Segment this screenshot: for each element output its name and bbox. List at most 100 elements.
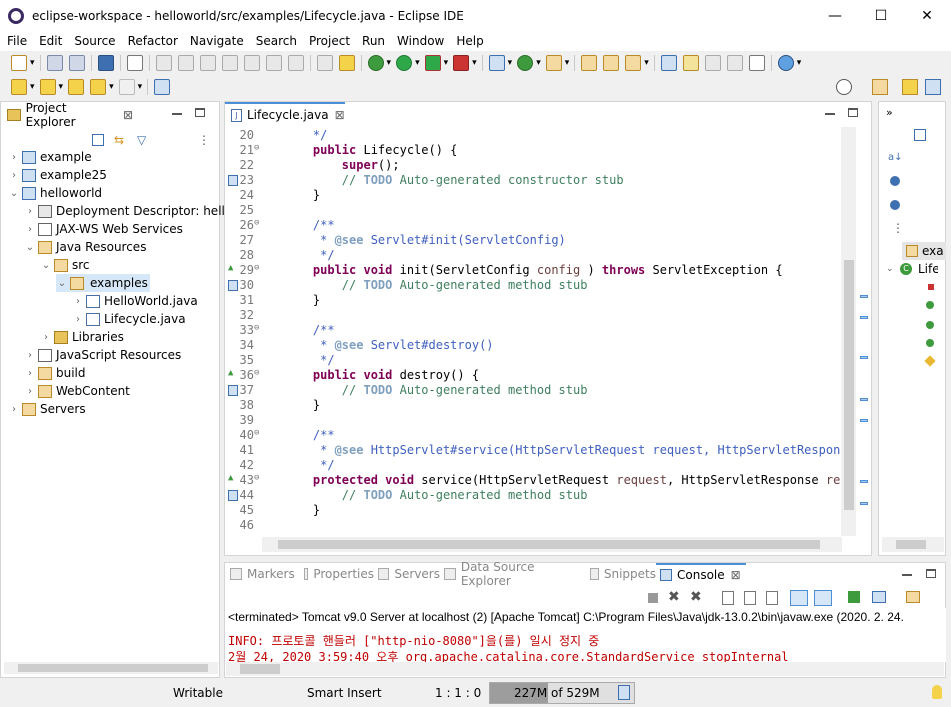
tree-item[interactable]: › Lifecycle.java — [72, 310, 186, 328]
menu-item-window[interactable]: Window — [390, 34, 449, 48]
chevron-down-icon[interactable]: ▾ — [565, 58, 570, 68]
new-java-class-icon[interactable] — [517, 55, 534, 71]
sort-icon[interactable]: a↓ — [888, 152, 903, 163]
fold-toggle-icon[interactable]: ⊖ — [254, 428, 262, 438]
chevron-down-icon[interactable]: ⌄ — [8, 188, 20, 199]
chevron-down-icon[interactable]: ▾ — [30, 82, 35, 92]
tree-item[interactable]: › build — [24, 364, 86, 382]
close-window-button[interactable]: ✕ — [904, 0, 950, 31]
editor-horizontal-scrollbar[interactable] — [262, 537, 842, 552]
step-over-icon[interactable] — [265, 55, 282, 71]
maximize-view-icon[interactable] — [848, 108, 858, 117]
tree-item[interactable]: › example — [8, 148, 92, 166]
tab-project-explorer[interactable]: Project Explorer ⊠ — [3, 101, 133, 129]
chevron-right-icon[interactable]: › — [72, 314, 84, 325]
open-console-icon[interactable] — [97, 55, 114, 71]
editor-vertical-scrollbar[interactable] — [841, 127, 856, 536]
heap-status[interactable]: 227M of 529M — [489, 682, 635, 704]
save-all-icon[interactable] — [68, 55, 85, 71]
next-annotation-icon[interactable] — [11, 79, 27, 95]
search-icon[interactable] — [836, 79, 852, 95]
filter-icon[interactable]: ▽ — [137, 133, 149, 147]
chevron-down-icon[interactable]: ▾ — [797, 58, 802, 68]
override-marker-icon[interactable]: ▲ — [228, 368, 233, 378]
open-type-icon[interactable] — [581, 55, 598, 71]
previous-annotation-icon[interactable] — [39, 79, 56, 95]
chevron-right-icon[interactable]: › — [24, 368, 36, 379]
clear-console-icon[interactable] — [722, 591, 734, 605]
disconnect-icon[interactable] — [221, 55, 238, 71]
console-horizontal-scrollbar[interactable] — [226, 662, 944, 676]
tab-data-source-explorer[interactable]: Data Source Explorer — [440, 560, 586, 588]
toggle-mark-occurrences-icon[interactable] — [660, 55, 677, 71]
hide-fields-icon[interactable] — [890, 176, 900, 186]
outline-tab-icon[interactable]: » — [886, 106, 893, 119]
tab-lifecycle-java[interactable]: J Lifecycle.java ⊠ — [225, 102, 345, 126]
menu-item-project[interactable]: Project — [302, 34, 355, 48]
display-console-icon[interactable] — [872, 591, 886, 603]
maximize-view-icon[interactable] — [195, 108, 205, 117]
chevron-down-icon[interactable]: ▾ — [30, 58, 35, 68]
show-whitespace-icon[interactable] — [726, 55, 743, 71]
toggle-block-selection-icon[interactable] — [704, 55, 721, 71]
chevron-right-icon[interactable]: › — [72, 296, 84, 307]
fold-toggle-icon[interactable]: ⊖ — [254, 323, 262, 333]
run-icon[interactable] — [396, 55, 413, 71]
browser-icon[interactable] — [777, 55, 794, 71]
step-return-icon[interactable] — [287, 55, 304, 71]
remove-launch-icon[interactable]: ✖ — [668, 589, 680, 605]
remove-all-icon[interactable]: ✖ — [690, 589, 702, 605]
chevron-down-icon[interactable]: ▾ — [644, 58, 649, 68]
outline-horizontal-scrollbar[interactable] — [882, 537, 944, 552]
fold-toggle-icon[interactable]: ⊖ — [254, 218, 262, 228]
chevron-right-icon[interactable]: › — [8, 152, 20, 163]
pin-console-icon[interactable] — [848, 591, 860, 603]
menu-item-help[interactable]: Help — [449, 34, 488, 48]
hide-static-icon[interactable] — [890, 200, 900, 210]
menu-item-refactor[interactable]: Refactor — [121, 34, 183, 48]
view-menu-icon[interactable]: ⋮ — [892, 221, 904, 235]
close-icon[interactable]: ⊠ — [123, 108, 133, 122]
fold-toggle-icon[interactable]: ⊖ — [254, 473, 262, 483]
tree-item[interactable]: › example25 — [8, 166, 107, 184]
minimize-view-icon[interactable] — [172, 113, 182, 115]
new-package-icon[interactable] — [545, 55, 562, 71]
chevron-down-icon[interactable]: ▾ — [444, 58, 449, 68]
word-wrap-icon[interactable] — [766, 591, 778, 605]
chevron-down-icon[interactable]: ▾ — [387, 58, 392, 68]
fold-toggle-icon[interactable]: ⊖ — [254, 263, 262, 273]
menu-item-source[interactable]: Source — [67, 34, 120, 48]
view-menu-icon[interactable]: ⋮ — [198, 133, 210, 147]
fold-toggle-icon[interactable]: ⊖ — [254, 143, 262, 153]
save-icon[interactable] — [46, 55, 63, 71]
chevron-right-icon[interactable]: › — [24, 350, 36, 361]
chevron-right-icon[interactable]: › — [24, 206, 36, 217]
maximize-view-icon[interactable] — [926, 569, 936, 578]
chevron-down-icon[interactable]: ⌄ — [40, 260, 52, 271]
maximize-button[interactable]: ☐ — [858, 0, 904, 31]
scroll-lock-icon[interactable] — [744, 591, 756, 605]
chevron-right-icon[interactable]: › — [8, 170, 20, 181]
search-icon[interactable] — [625, 55, 642, 71]
coverage-icon[interactable] — [453, 55, 470, 71]
task-marker-icon[interactable] — [228, 490, 238, 501]
chevron-down-icon[interactable]: ▾ — [59, 82, 64, 92]
outline-item-package[interactable]: exa — [902, 242, 946, 260]
task-marker-icon[interactable] — [228, 385, 238, 396]
chevron-down-icon[interactable]: ⌄ — [56, 278, 68, 289]
collapse-all-icon[interactable] — [92, 134, 104, 146]
minimize-view-icon[interactable] — [902, 574, 912, 576]
code-editor[interactable]: 20 */21 ⊖ public Lifecycle() {22 super();… — [226, 127, 841, 536]
tree-item[interactable]: › Deployment Descriptor: hellc — [24, 202, 231, 220]
debug-perspective-icon[interactable] — [925, 79, 941, 95]
fold-toggle-icon[interactable]: ⊖ — [254, 368, 262, 378]
run-to-line-icon[interactable] — [338, 55, 355, 71]
tree-item[interactable]: ⌄ examples — [56, 274, 150, 292]
lightbulb-icon[interactable] — [932, 685, 942, 699]
chevron-down-icon[interactable]: ▾ — [415, 58, 420, 68]
tree-item[interactable]: › HelloWorld.java — [72, 292, 198, 310]
paragraph-icon[interactable] — [748, 55, 765, 71]
task-marker-icon[interactable] — [228, 175, 238, 186]
explorer-horizontal-scrollbar[interactable] — [4, 662, 218, 674]
stop-icon[interactable] — [648, 593, 658, 603]
